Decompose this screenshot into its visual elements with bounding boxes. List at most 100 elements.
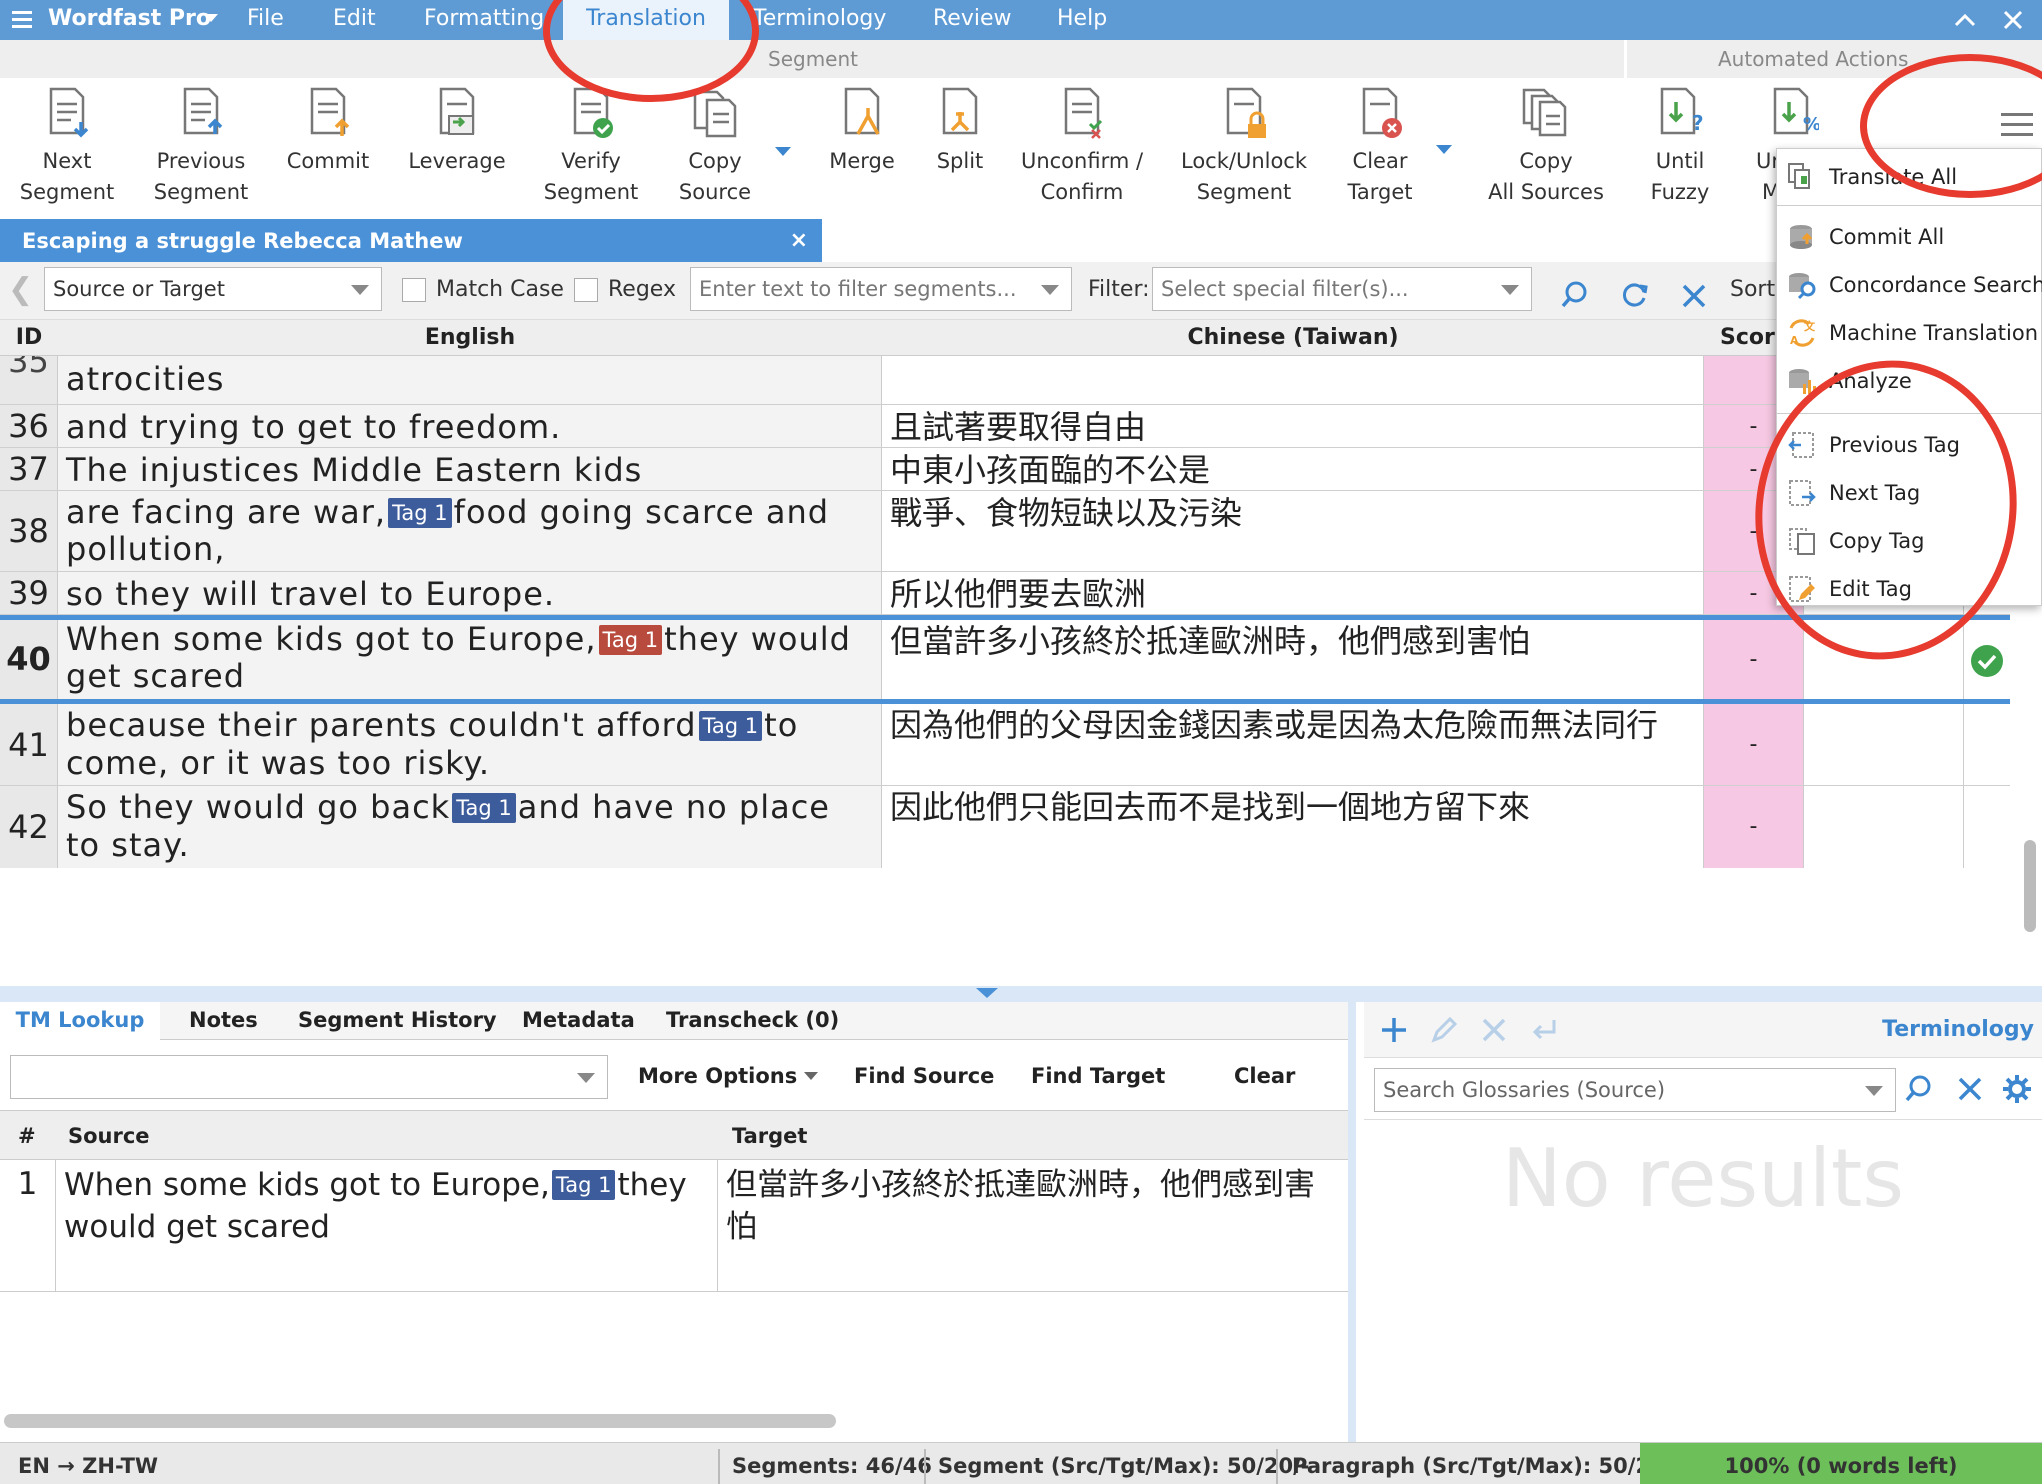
menu-item-concordance-search[interactable]: Concordance Search: [1777, 261, 2042, 309]
glossary-settings-gear-icon[interactable]: [2002, 1074, 2032, 1108]
regex-checkbox[interactable]: [574, 278, 598, 302]
header-id[interactable]: ID: [0, 320, 58, 356]
glossary-search-input[interactable]: Search Glossaries (Source): [1374, 1068, 1896, 1112]
segment-source[interactable]: because their parents couldn't afford Tag…: [58, 704, 882, 785]
next-segment-button[interactable]: Next Segment: [2, 78, 132, 213]
table-row[interactable]: 37 The injustices Middle Eastern kids 中東…: [0, 448, 2010, 491]
more-options-chevron-icon[interactable]: [804, 1072, 818, 1080]
refresh-icon[interactable]: [1620, 276, 1650, 307]
clear-button[interactable]: Clear: [1234, 1040, 1295, 1110]
app-menu-chevron-icon[interactable]: [204, 14, 218, 22]
segment-score: -: [1704, 704, 1804, 785]
previous-segment-button[interactable]: Previous Segment: [140, 78, 262, 213]
insert-term-icon[interactable]: [1530, 1016, 1558, 1048]
until-fuzzy-button[interactable]: ? Until Fuzzy: [1630, 78, 1730, 213]
menu-edit[interactable]: Edit: [333, 0, 376, 40]
match-case-checkbox[interactable]: [402, 278, 426, 302]
segment-source[interactable]: so they will travel to Europe.: [58, 572, 882, 614]
add-term-icon[interactable]: [1380, 1016, 1408, 1048]
delete-term-icon[interactable]: [1480, 1016, 1508, 1048]
tm-horizontal-scrollbar[interactable]: [4, 1414, 836, 1428]
table-row[interactable]: 41 because their parents couldn't afford…: [0, 704, 2010, 786]
commit-button[interactable]: Commit: [278, 78, 378, 213]
document-tab[interactable]: Escaping a struggle Rebecca Mathew TEDxP…: [0, 219, 822, 297]
glossary-search-chevron-icon[interactable]: [1865, 1086, 1883, 1096]
clear-target-button[interactable]: Clear Target: [1338, 78, 1422, 213]
inline-tag[interactable]: Tag 1: [698, 711, 763, 741]
segment-target[interactable]: 所以他們要去歐洲: [882, 572, 1704, 614]
menu-review[interactable]: Review: [933, 0, 1012, 40]
segment-target[interactable]: 且試著要取得自由: [882, 405, 1704, 447]
segment-target[interactable]: 戰爭、食物短缺以及污染: [882, 491, 1704, 571]
header-target-language[interactable]: Chinese (Taiwan): [882, 320, 1704, 356]
tab-notes[interactable]: Notes: [189, 1002, 258, 1040]
tm-search-chevron-icon[interactable]: [577, 1073, 595, 1083]
language-pair: EN → ZH-TW: [18, 1454, 159, 1478]
segment-target[interactable]: [882, 356, 1704, 404]
grid-scrollbar[interactable]: [2024, 840, 2036, 932]
tab-segment-history[interactable]: Segment History: [298, 1002, 497, 1040]
menu-item-label: Concordance Search: [1829, 273, 2042, 297]
special-filter-select[interactable]: Select special filter(s)...: [1152, 267, 1532, 311]
segment-target[interactable]: 因此他們只能回去而不是找到一個地方留下來: [882, 786, 1704, 868]
tab-tm-lookup[interactable]: TM Lookup: [0, 1002, 160, 1040]
find-source-button[interactable]: Find Source: [854, 1040, 994, 1110]
tm-match-target[interactable]: 但當許多小孩終於抵達歐洲時，他們感到害怕: [718, 1160, 1348, 1292]
panel-splitter[interactable]: [0, 986, 2042, 1002]
clear-filter-icon[interactable]: [1680, 276, 1708, 308]
tab-transcheck[interactable]: Transcheck (0): [666, 1002, 839, 1040]
app-name-menu[interactable]: Wordfast Pro: [48, 0, 211, 40]
search-scope-select[interactable]: Source or Target: [44, 267, 382, 311]
inline-tag[interactable]: Tag 1: [598, 625, 663, 655]
tm-match-source[interactable]: When some kids got to Europe, Tag 1 they w…: [56, 1160, 718, 1292]
table-row[interactable]: 35 atrocities: [0, 356, 2010, 405]
filter-text-input[interactable]: Enter text to filter segments...: [690, 267, 1072, 311]
splitter-arrow-icon[interactable]: [976, 988, 998, 998]
menu-formatting[interactable]: Formatting: [424, 0, 544, 40]
table-row[interactable]: 36 and trying to get to freedom. 且試著要取得自…: [0, 405, 2010, 448]
find-target-button[interactable]: Find Target: [1031, 1040, 1165, 1110]
header-source-language[interactable]: English: [58, 320, 882, 356]
segment-source[interactable]: So they would go back Tag 1 and have no pl…: [58, 786, 882, 868]
collapse-ribbon-icon[interactable]: [1952, 0, 1978, 40]
copy-source-dropdown-icon[interactable]: [775, 147, 791, 156]
search-icon[interactable]: [1560, 276, 1590, 308]
merge-button[interactable]: Merge: [818, 78, 906, 213]
unconfirm-confirm-button[interactable]: Unconfirm / Confirm: [1016, 78, 1148, 213]
glossary-clear-icon[interactable]: [1956, 1075, 1984, 1107]
hamburger-icon[interactable]: [10, 0, 36, 40]
leverage-button[interactable]: Leverage: [398, 78, 516, 213]
table-row-active[interactable]: 40 When some kids got to Europe, Tag 1 the…: [0, 615, 2010, 704]
menu-item-machine-translation[interactable]: A文 Machine Translation: [1777, 309, 2042, 357]
menu-file[interactable]: File: [247, 0, 284, 40]
segment-source[interactable]: and trying to get to freedom.: [58, 405, 882, 447]
glossary-search-icon[interactable]: [1904, 1074, 1934, 1108]
more-options-button[interactable]: More Options: [638, 1040, 797, 1110]
table-row[interactable]: 42 So they would go back Tag 1 and have no…: [0, 786, 2010, 868]
segment-source[interactable]: When some kids got to Europe, Tag 1 they w…: [58, 620, 882, 699]
segment-target[interactable]: 中東小孩面臨的不公是: [882, 448, 1704, 490]
segment-source[interactable]: atrocities: [58, 356, 882, 404]
table-row[interactable]: 38 are facing are war, Tag 1 food going sc…: [0, 491, 2010, 572]
table-row[interactable]: 39 so they will travel to Europe. 所以他們要去…: [0, 572, 2010, 615]
segment-source[interactable]: The injustices Middle Eastern kids: [58, 448, 882, 490]
document-tab-close-icon[interactable]: ×: [790, 219, 808, 263]
menu-help[interactable]: Help: [1057, 0, 1107, 40]
lock-unlock-segment-button[interactable]: Lock/Unlock Segment: [1172, 78, 1316, 213]
tab-metadata[interactable]: Metadata: [522, 1002, 635, 1040]
segment-target[interactable]: 但當許多小孩終於抵達歐洲時，他們感到害怕: [882, 620, 1704, 699]
scroll-left-chevron-icon[interactable]: ❮: [8, 262, 33, 320]
split-button[interactable]: Split: [920, 78, 1000, 213]
segment-target[interactable]: 因為他們的父母因金錢因素或是因為太危險而無法同行: [882, 704, 1704, 785]
segment-source[interactable]: are facing are war, Tag 1 food going scarc…: [58, 491, 882, 571]
close-icon[interactable]: [2000, 0, 2026, 40]
menu-item-commit-all[interactable]: Commit All: [1777, 213, 2042, 261]
copy-all-sources-button[interactable]: Copy All Sources: [1480, 78, 1612, 213]
tm-match-row[interactable]: 1 When some kids got to Europe, Tag 1 they…: [0, 1160, 1348, 1292]
menu-terminology[interactable]: Terminology: [753, 0, 886, 40]
clear-target-dropdown-icon[interactable]: [1436, 145, 1452, 154]
inline-tag[interactable]: Tag 1: [452, 793, 516, 823]
inline-tag[interactable]: Tag 1: [388, 498, 452, 528]
tm-search-select[interactable]: [10, 1055, 608, 1099]
edit-term-icon[interactable]: [1430, 1016, 1458, 1048]
